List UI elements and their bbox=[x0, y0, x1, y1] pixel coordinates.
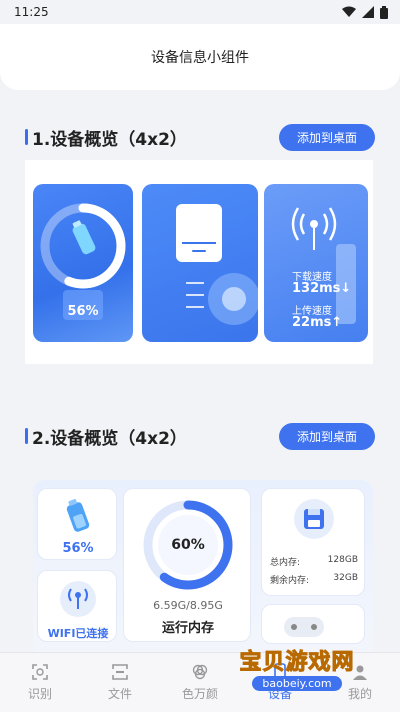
battery-tile: 56% bbox=[37, 488, 117, 560]
watermark: 宝贝游戏网 baobeiy.com bbox=[222, 640, 372, 700]
battery-icon bbox=[66, 498, 90, 532]
storage-total-label: 总内存: bbox=[270, 558, 301, 568]
file-icon bbox=[112, 664, 128, 680]
nav-label-color: 色万颜 bbox=[181, 687, 218, 701]
nav-item-file[interactable]: 文件 bbox=[80, 653, 160, 712]
storage-card bbox=[142, 184, 258, 342]
battery-percent: 56% bbox=[62, 541, 94, 556]
network-card: 下载速度 132ms↓ 上传速度 22ms↑ bbox=[264, 184, 368, 342]
memory-usage: 6.59G/8.95G bbox=[153, 599, 223, 612]
section-1: 1.设备概览（4x2） 添加到桌面 bbox=[25, 123, 375, 151]
wifi-signal-icon bbox=[342, 6, 356, 17]
watermark-url: baobeiy.com bbox=[252, 676, 342, 691]
extra-tile bbox=[261, 604, 365, 644]
download-value: 132ms↓ bbox=[292, 281, 352, 296]
wifi-tile: WIFI已连接 bbox=[37, 570, 117, 642]
section-marker bbox=[25, 129, 28, 145]
wifi-status: WIFI已连接 bbox=[47, 627, 109, 640]
nav-label-scan: 识别 bbox=[27, 687, 52, 701]
add-to-desktop-button-2[interactable]: 添加到桌面 bbox=[279, 422, 375, 450]
status-time: 11:25 bbox=[14, 5, 49, 19]
page-title: 设备信息小组件 bbox=[151, 50, 249, 66]
scan-icon bbox=[32, 664, 48, 680]
section-2: 2.设备概览（4x2） 添加到桌面 bbox=[25, 422, 375, 450]
wifi-icon bbox=[60, 581, 96, 617]
storage-free-value: 32GB bbox=[333, 573, 358, 583]
battery-card: 56% bbox=[33, 184, 133, 342]
widget-preview-1[interactable]: 56% 下载速度 132ms↓ 上传速度 22ms↑ bbox=[25, 160, 373, 364]
storage-free-label: 剩余内存: bbox=[270, 576, 310, 586]
widget-preview-2[interactable]: 56% WIFI已连接 60% 6.59G/8.95G 运行内存 总内存: 12… bbox=[33, 480, 373, 660]
nav-label-file: 文件 bbox=[107, 687, 132, 701]
gamepad-icon bbox=[284, 617, 324, 637]
memory-percent: 60% bbox=[171, 537, 205, 553]
phone-storage-icon bbox=[176, 204, 258, 325]
storage-tile: 总内存: 128GB 剩余内存: 32GB bbox=[261, 488, 365, 596]
watermark-title: 宝贝游戏网 bbox=[239, 650, 355, 676]
cell-signal-icon bbox=[362, 6, 374, 18]
section-marker bbox=[25, 428, 28, 444]
memory-tile: 60% 6.59G/8.95G 运行内存 bbox=[123, 488, 251, 642]
add-to-desktop-button-1[interactable]: 添加到桌面 bbox=[279, 123, 375, 151]
section-1-title: 1.设备概览（4x2） bbox=[25, 125, 187, 150]
app-header: 设备信息小组件 bbox=[0, 24, 400, 90]
status-icons bbox=[342, 5, 388, 19]
save-disk-icon bbox=[294, 499, 334, 539]
color-icon bbox=[192, 664, 208, 680]
memory-label: 运行内存 bbox=[161, 621, 214, 636]
battery-percent: 56% bbox=[67, 304, 99, 319]
battery-icon bbox=[380, 5, 388, 19]
section-2-title: 2.设备概览（4x2） bbox=[25, 424, 187, 449]
status-bar: 11:25 bbox=[0, 0, 400, 24]
storage-total-value: 128GB bbox=[327, 555, 358, 565]
upload-value: 22ms↑ bbox=[292, 315, 343, 330]
nav-item-scan[interactable]: 识别 bbox=[0, 653, 80, 712]
